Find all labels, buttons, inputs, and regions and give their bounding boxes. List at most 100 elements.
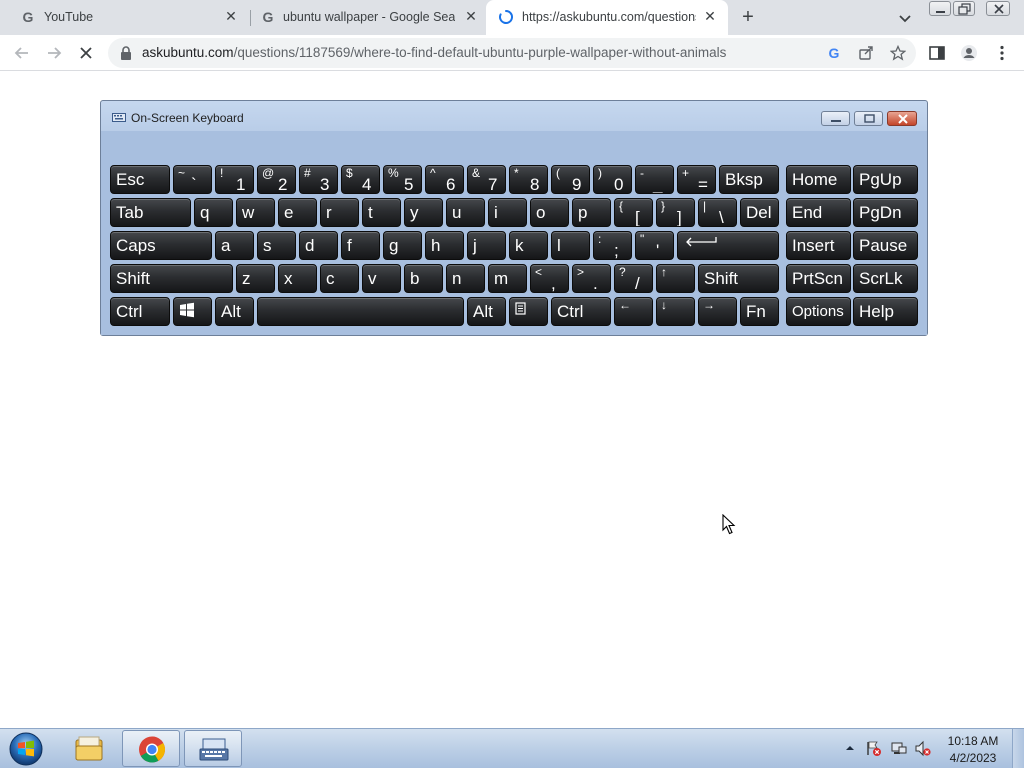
key-u[interactable]: u bbox=[446, 198, 485, 227]
key-0[interactable]: ) 0 bbox=[593, 165, 632, 194]
key-backslash[interactable]: | \ bbox=[698, 198, 737, 227]
google-lens-icon[interactable]: G bbox=[826, 45, 842, 61]
key-caps[interactable]: Caps bbox=[110, 231, 212, 260]
key-left-alt[interactable]: Alt bbox=[215, 297, 254, 326]
key-t[interactable]: t bbox=[362, 198, 401, 227]
key-3[interactable]: #3 bbox=[299, 165, 338, 194]
key-up-arrow[interactable]: ↑ bbox=[656, 264, 695, 293]
key-open-bracket[interactable]: {[ bbox=[614, 198, 653, 227]
key-insert[interactable]: Insert bbox=[786, 231, 851, 260]
key-enter[interactable] bbox=[677, 231, 779, 260]
osk-maximize-button[interactable] bbox=[854, 111, 883, 126]
key-d[interactable]: d bbox=[299, 231, 338, 260]
close-tab-icon[interactable]: ✕ bbox=[463, 8, 479, 24]
taskbar-chrome[interactable] bbox=[122, 730, 180, 767]
key-g[interactable]: g bbox=[383, 231, 422, 260]
key-f[interactable]: f bbox=[341, 231, 380, 260]
key-comma[interactable]: <, bbox=[530, 264, 569, 293]
key-r[interactable]: r bbox=[320, 198, 359, 227]
key-h[interactable]: h bbox=[425, 231, 464, 260]
show-desktop-button[interactable] bbox=[1012, 729, 1024, 768]
key-slash[interactable]: ? / bbox=[614, 264, 653, 293]
key-6[interactable]: ^ 6 bbox=[425, 165, 464, 194]
key-2[interactable]: @2 bbox=[257, 165, 296, 194]
key-right-alt[interactable]: Alt bbox=[467, 297, 506, 326]
network-icon[interactable] bbox=[890, 740, 907, 757]
new-tab-button[interactable]: + bbox=[737, 7, 759, 29]
key-semicolon[interactable]: :; bbox=[593, 231, 632, 260]
key-esc[interactable]: Esc bbox=[110, 165, 170, 194]
key-x[interactable]: x bbox=[278, 264, 317, 293]
clock-time[interactable]: 10:18 AM bbox=[940, 734, 1006, 748]
key-space[interactable] bbox=[257, 297, 464, 326]
key-period[interactable]: >. bbox=[572, 264, 611, 293]
clock-date[interactable]: 4/2/2023 bbox=[940, 751, 1006, 765]
key-s[interactable]: s bbox=[257, 231, 296, 260]
key-quote[interactable]: " ' bbox=[635, 231, 674, 260]
key-right-ctrl[interactable]: Ctrl bbox=[551, 297, 611, 326]
start-button-orb-icon[interactable] bbox=[6, 731, 46, 767]
tab-askubuntu[interactable]: https://askubuntu.com/questions ✕ bbox=[486, 0, 728, 35]
key-9[interactable]: (9 bbox=[551, 165, 590, 194]
close-window-button[interactable] bbox=[986, 1, 1010, 16]
volume-muted-icon[interactable] bbox=[914, 740, 931, 757]
key-l[interactable]: l bbox=[551, 231, 590, 260]
key-help[interactable]: Help bbox=[853, 297, 918, 326]
forward-arrow-icon[interactable] bbox=[43, 42, 65, 64]
share-icon[interactable] bbox=[858, 45, 874, 61]
minimize-window-button[interactable] bbox=[929, 1, 951, 16]
key-q[interactable]: q bbox=[194, 198, 233, 227]
key-pgup[interactable]: PgUp bbox=[853, 165, 918, 194]
profile-avatar-icon[interactable] bbox=[960, 44, 978, 62]
show-hidden-icons-arrow-icon[interactable] bbox=[844, 742, 856, 754]
bookmark-star-icon[interactable] bbox=[890, 45, 906, 61]
osk-titlebar[interactable]: On-Screen Keyboard bbox=[101, 101, 927, 131]
osk-close-button[interactable] bbox=[887, 111, 917, 126]
key-left-shift[interactable]: Shift bbox=[110, 264, 233, 293]
key-c[interactable]: c bbox=[320, 264, 359, 293]
taskbar-on-screen-keyboard[interactable] bbox=[184, 730, 242, 767]
key-right-arrow[interactable]: → bbox=[698, 297, 737, 326]
address-bar[interactable]: askubuntu.com/questions/1187569/where-to… bbox=[108, 38, 916, 68]
key-8[interactable]: * 8 bbox=[509, 165, 548, 194]
key-end[interactable]: End bbox=[786, 198, 851, 227]
stop-loading-icon[interactable] bbox=[75, 42, 97, 64]
close-tab-icon[interactable]: ✕ bbox=[702, 8, 718, 24]
close-tab-icon[interactable]: ✕ bbox=[223, 8, 239, 24]
tab-search-chevron-icon[interactable] bbox=[896, 9, 914, 27]
key-e[interactable]: e bbox=[278, 198, 317, 227]
osk-minimize-button[interactable] bbox=[821, 111, 850, 126]
tab-google-search[interactable]: G ubuntu wallpaper - Google Searc ✕ bbox=[250, 0, 486, 35]
key-y[interactable]: y bbox=[404, 198, 443, 227]
key-backspace[interactable]: Bksp bbox=[719, 165, 779, 194]
action-center-flag-icon[interactable] bbox=[865, 740, 882, 757]
key-w[interactable]: w bbox=[236, 198, 275, 227]
key-backtick[interactable]: ~ ` bbox=[173, 165, 212, 194]
key-7[interactable]: & 7 bbox=[467, 165, 506, 194]
taskbar-windows-explorer[interactable] bbox=[60, 730, 118, 767]
key-down-arrow[interactable]: ↓ bbox=[656, 297, 695, 326]
key-pgdn[interactable]: PgDn bbox=[853, 198, 918, 227]
key-scrlk[interactable]: ScrLk bbox=[853, 264, 918, 293]
key-left-ctrl[interactable]: Ctrl bbox=[110, 297, 170, 326]
key-k[interactable]: k bbox=[509, 231, 548, 260]
key-close-bracket[interactable]: }] bbox=[656, 198, 695, 227]
key-minus[interactable]: - _ bbox=[635, 165, 674, 194]
key-v[interactable]: v bbox=[362, 264, 401, 293]
key-1[interactable]: ! 1 bbox=[215, 165, 254, 194]
key-windows[interactable] bbox=[173, 297, 212, 326]
key-o[interactable]: o bbox=[530, 198, 569, 227]
key-m[interactable]: m bbox=[488, 264, 527, 293]
back-arrow-icon[interactable] bbox=[11, 42, 33, 64]
tab-youtube[interactable]: G YouTube ✕ bbox=[0, 0, 250, 35]
key-4[interactable]: $4 bbox=[341, 165, 380, 194]
key-context-menu[interactable] bbox=[509, 297, 548, 326]
key-pause[interactable]: Pause bbox=[853, 231, 918, 260]
lock-icon[interactable] bbox=[120, 46, 132, 60]
key-p[interactable]: p bbox=[572, 198, 611, 227]
key-options[interactable]: Options bbox=[786, 297, 851, 326]
key-right-shift[interactable]: Shift bbox=[698, 264, 779, 293]
key-prtscn[interactable]: PrtScn bbox=[786, 264, 851, 293]
key-a[interactable]: a bbox=[215, 231, 254, 260]
key-tab[interactable]: Tab bbox=[110, 198, 191, 227]
